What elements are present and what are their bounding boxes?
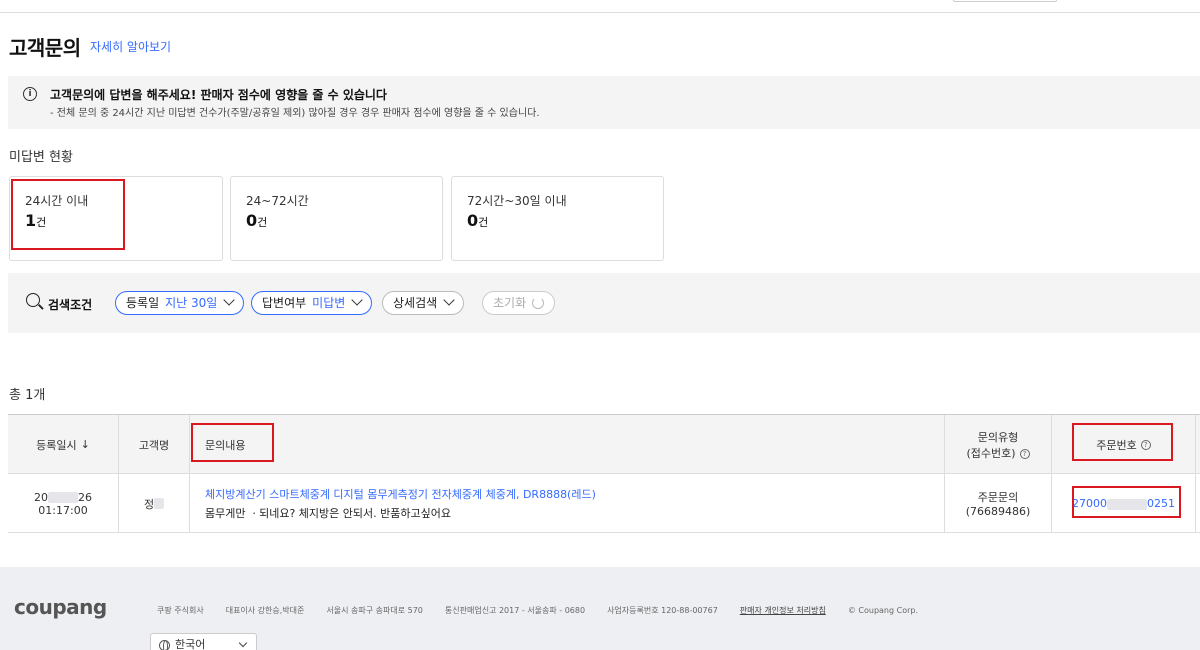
table-row[interactable]: 20 26 01:17:00 정 체지방계산기 스마트체중계 디지털 몸무게측정기… — [8, 474, 1200, 533]
highlight-box-order-header — [1072, 423, 1173, 461]
stat-label: 24~72시간 — [246, 194, 309, 208]
header-content: 문의내용 — [190, 415, 945, 474]
date-filter-chip[interactable]: 등록일 지난 30일 — [115, 291, 245, 315]
chevron-down-icon — [443, 294, 455, 306]
unanswered-status-label: 미답변 현황 — [9, 150, 73, 165]
search-conditions-bar: 검색조건 등록일 지난 30일 답변여부 미답변 상세검색 초기화 — [8, 273, 1200, 333]
notice-description: - 전체 문의 중 24시간 지난 미답변 건수가(주말/공휴일 제외) 많아질… — [50, 108, 540, 119]
inquiry-table: 등록일시 ↓ 고객명 문의내용 문의유형 (접수번호)? 주문번호? 20 26 01… — [8, 414, 1200, 533]
sort-arrow-icon: ↓ — [80, 438, 90, 451]
footer: coupang 쿠팡 주식회사 대표이사 강한승,박대준 서울시 송파구 송파대로 … — [0, 567, 1200, 650]
chevron-down-icon — [351, 294, 363, 306]
info-icon: i — [23, 87, 37, 101]
highlight-box-order-number — [1072, 486, 1181, 518]
cell-type: 주문문의 (76689486) — [945, 474, 1052, 533]
privacy-policy-link[interactable]: 판매자 개인정보 처리방침 — [740, 606, 826, 615]
product-link[interactable]: 체지방계산기 스마트체중계 디지털 몸무게측정기 전자체중계 체중계, DR88… — [205, 486, 596, 502]
stat-card-24-72h[interactable]: 24~72시간 0건 — [230, 176, 443, 261]
notice-title: 고객문의에 답변을 해주세요! 판매자 점수에 영향을 줄 수 있습니다 — [50, 88, 387, 102]
answer-status-filter-chip[interactable]: 답변여부 미답변 — [251, 291, 373, 315]
top-divider — [0, 12, 1200, 13]
inquiry-message: 몸무게만 ㆍ되네요? 체지방은 안되서. 반품하고싶어요 — [205, 507, 451, 520]
globe-icon — [159, 639, 170, 650]
header-customer: 고객명 — [119, 415, 190, 474]
stat-value: 0건 — [246, 211, 268, 230]
language-select[interactable]: 한국어 — [150, 633, 257, 650]
highlight-box-24h-card — [11, 179, 125, 250]
footer-info: 쿠팡 주식회사 대표이사 강한승,박대준 서울시 송파구 송파대로 570 통신판매업… — [157, 606, 918, 615]
reset-button[interactable]: 초기화 — [482, 291, 556, 315]
detail-search-button[interactable]: 상세검색 — [382, 291, 465, 315]
search-label: 검색조건 — [48, 298, 93, 312]
learn-more-link[interactable]: 자세히 알아보기 — [90, 38, 171, 55]
help-icon[interactable]: ? — [1019, 448, 1030, 459]
stat-value: 0건 — [467, 211, 489, 230]
header-date[interactable]: 등록일시 ↓ — [8, 415, 119, 474]
masked-value — [154, 498, 165, 509]
table-header: 등록일시 ↓ 고객명 문의내용 문의유형 (접수번호)? 주문번호? — [8, 415, 1200, 474]
refresh-icon — [532, 297, 545, 309]
header-type: 문의유형 (접수번호)? — [945, 415, 1052, 474]
top-button-edge[interactable] — [953, 0, 1057, 2]
cell-customer: 정 — [119, 474, 190, 533]
stat-label: 72시간~30일 이내 — [467, 194, 567, 208]
highlight-box-content-header — [191, 423, 274, 462]
cell-date: 20 26 01:17:00 — [8, 474, 119, 533]
page-title: 고객문의 — [9, 36, 81, 60]
search-icon — [26, 293, 40, 307]
masked-value — [48, 492, 78, 503]
cell-content: 체지방계산기 스마트체중계 디지털 몸무게측정기 전자체중계 체중계, DR88… — [190, 474, 945, 533]
notice-banner: i 고객문의에 답변을 해주세요! 판매자 점수에 영향을 줄 수 있습니다 -… — [8, 76, 1200, 129]
chevron-down-icon — [238, 638, 248, 648]
total-count: 총 1개 — [9, 388, 46, 403]
chevron-down-icon — [223, 294, 236, 306]
coupang-logo[interactable]: coupang — [14, 595, 107, 619]
stat-card-72h-30d[interactable]: 72시간~30일 이내 0건 — [451, 176, 664, 261]
